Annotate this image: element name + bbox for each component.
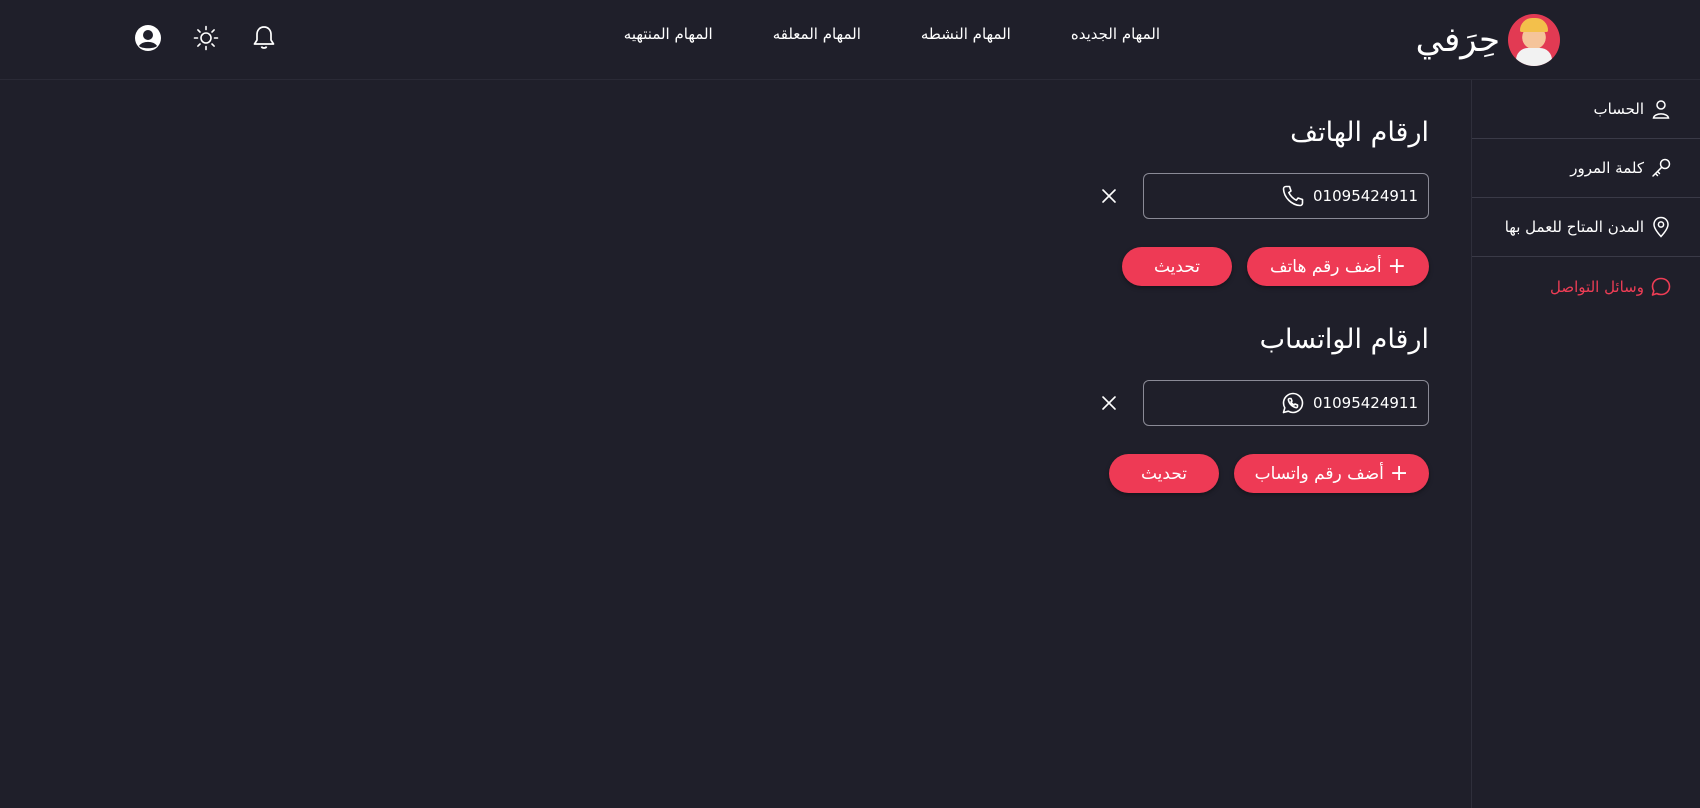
sidebar-item-contact-methods[interactable]: وسائل التواصل — [1472, 257, 1700, 316]
plus-icon: + — [1389, 460, 1409, 486]
remove-whatsapp-close-icon[interactable] — [1095, 389, 1123, 417]
update-phones-button[interactable]: تحديث — [1122, 247, 1232, 286]
whatsapp-actions: + أضف رقم واتساب تحديث — [729, 454, 1429, 493]
brand-logo — [1508, 14, 1560, 66]
contact-methods-content: ارقام الهاتف 01095424911 + أضف رقم هاتف — [729, 80, 1429, 493]
add-phone-button[interactable]: + أضف رقم هاتف — [1247, 247, 1429, 286]
whatsapp-number-value: 01095424911 — [1313, 394, 1418, 412]
chat-bubble-icon — [1651, 277, 1671, 296]
sidebar-item-label: وسائل التواصل — [1550, 277, 1644, 296]
top-icons — [134, 24, 278, 52]
sidebar-item-label: الحساب — [1593, 100, 1645, 118]
add-whatsapp-label: أضف رقم واتساب — [1254, 463, 1384, 484]
section-title-phones: ارقام الهاتف — [1290, 117, 1429, 148]
sidebar-item-account[interactable]: الحساب — [1472, 80, 1700, 139]
sidebar-item-label: كلمة المرور — [1570, 159, 1644, 177]
notifications-bell-icon[interactable] — [250, 24, 278, 52]
phone-number-row: 01095424911 — [729, 173, 1429, 219]
nav-new-tasks[interactable]: المهام الجديده — [1071, 25, 1160, 43]
sidebar-item-cities[interactable]: المدن المتاح للعمل بها — [1472, 198, 1700, 257]
top-navbar: حِرَفي المهام الجديده المهام النشطه المه… — [0, 0, 1700, 80]
settings-sidebar: الحساب كلمة المرور المدن المتاح للعمل به… — [1471, 80, 1700, 808]
add-phone-label: أضف رقم هاتف — [1269, 256, 1382, 277]
sidebar-item-label: المدن المتاح للعمل بها — [1504, 218, 1644, 236]
phone-numbers-section: ارقام الهاتف 01095424911 + أضف رقم هاتف — [729, 113, 1429, 286]
phone-number-field[interactable]: 01095424911 — [1143, 173, 1429, 219]
brand[interactable]: حِرَفي — [1416, 10, 1560, 70]
phone-number-value: 01095424911 — [1313, 187, 1418, 205]
nav-active-tasks[interactable]: المهام النشطه — [921, 25, 1011, 43]
sidebar-item-password[interactable]: كلمة المرور — [1472, 139, 1700, 198]
nav-finished-tasks[interactable]: المهام المنتهيه — [624, 25, 713, 43]
add-whatsapp-button[interactable]: + أضف رقم واتساب — [1234, 454, 1429, 493]
theme-toggle-sun-icon[interactable] — [192, 24, 220, 52]
whatsapp-numbers-section: ارقام الواتساب 01095424911 + أضف رقم وات… — [729, 320, 1429, 493]
update-whatsapp-button[interactable]: تحديث — [1109, 454, 1219, 493]
whatsapp-number-field[interactable]: 01095424911 — [1143, 380, 1429, 426]
location-pin-icon — [1653, 216, 1669, 238]
whatsapp-icon — [1273, 391, 1313, 415]
profile-avatar-icon[interactable] — [134, 24, 162, 52]
brand-name: حِرَفي — [1415, 20, 1500, 60]
remove-phone-close-icon[interactable] — [1095, 182, 1123, 210]
key-icon — [1652, 158, 1671, 177]
whatsapp-number-row: 01095424911 — [729, 380, 1429, 426]
phone-icon — [1273, 184, 1313, 208]
plus-icon: + — [1387, 253, 1407, 279]
main-nav: المهام الجديده المهام النشطه المهام المع… — [624, 25, 1160, 43]
nav-pending-tasks[interactable]: المهام المعلقه — [773, 25, 861, 43]
phone-actions: + أضف رقم هاتف تحديث — [729, 247, 1429, 286]
section-title-whatsapp: ارقام الواتساب — [1259, 324, 1429, 355]
user-icon — [1652, 100, 1670, 119]
